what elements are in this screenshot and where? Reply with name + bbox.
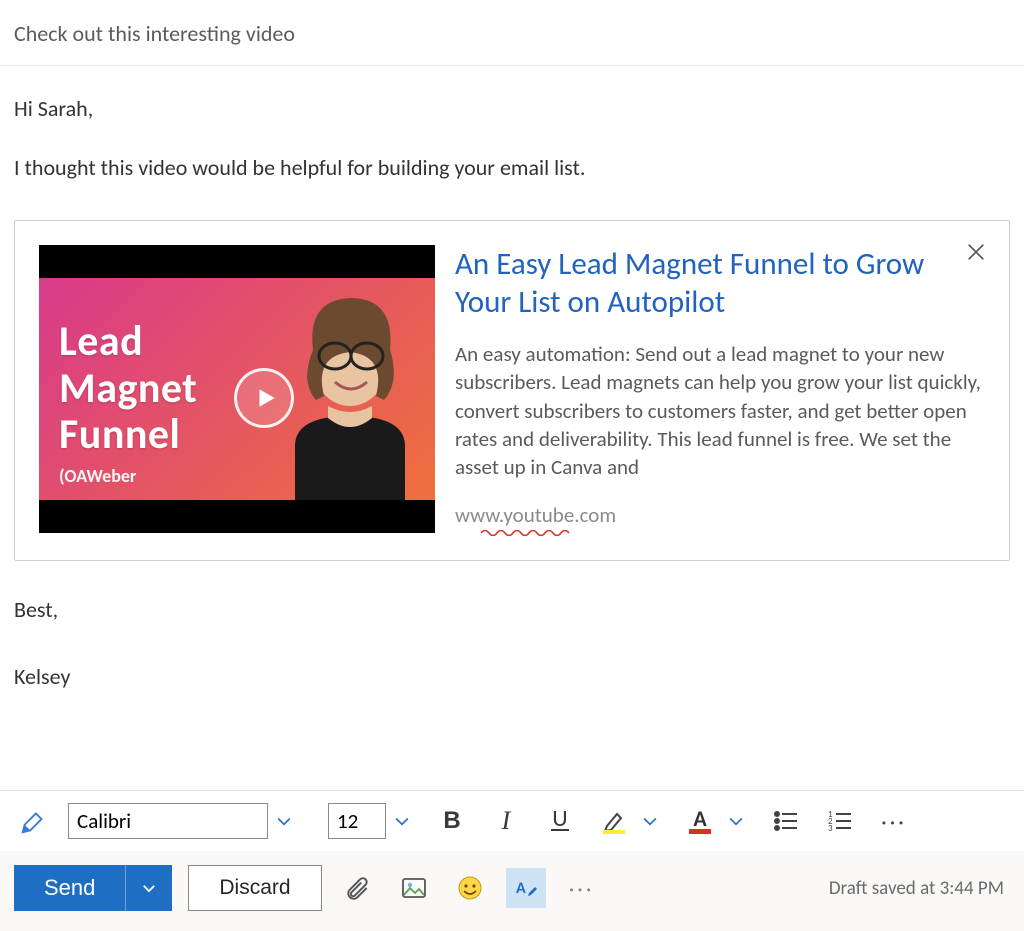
format-toolbar: B I U A 123 ··· xyxy=(0,790,1024,851)
numbered-list-button[interactable]: 123 xyxy=(820,801,860,841)
spellcheck-squiggle xyxy=(481,530,571,536)
attach-file-button[interactable] xyxy=(338,868,378,908)
bulleted-list-button[interactable] xyxy=(766,801,806,841)
font-color-button[interactable]: A xyxy=(680,801,720,841)
font-name-input[interactable] xyxy=(68,803,268,839)
insert-picture-button[interactable] xyxy=(394,868,434,908)
email-body[interactable]: Hi Sarah, I thought this video would be … xyxy=(0,66,1024,790)
underline-button[interactable]: U xyxy=(540,801,580,841)
video-thumbnail[interactable]: Lead Magnet Funnel (OAWeber xyxy=(39,245,435,533)
font-color-dropdown[interactable] xyxy=(720,811,752,831)
card-description: An easy automation: Send out a lead magn… xyxy=(455,340,985,482)
more-actions-button[interactable]: ··· xyxy=(562,868,602,908)
card-source-url[interactable]: www.youtube.com xyxy=(455,502,616,528)
body-line-1: I thought this video would be helpful fo… xyxy=(14,153,1010,184)
svg-text:3: 3 xyxy=(828,823,833,834)
svg-text:A: A xyxy=(516,879,526,898)
close-card-button[interactable] xyxy=(965,241,987,272)
card-title[interactable]: An Easy Lead Magnet Funnel to Grow Your … xyxy=(455,245,945,323)
discard-button[interactable]: Discard xyxy=(188,865,321,911)
font-name-dropdown[interactable] xyxy=(268,811,300,831)
bold-button[interactable]: B xyxy=(432,801,472,841)
send-button[interactable]: Send xyxy=(14,865,125,911)
format-painter-button[interactable] xyxy=(14,801,54,841)
send-options-dropdown[interactable] xyxy=(125,865,172,911)
insert-emoji-button[interactable] xyxy=(450,868,490,908)
highlight-dropdown[interactable] xyxy=(634,811,666,831)
closing-text: Best, xyxy=(14,595,1010,626)
more-format-options-button[interactable]: ··· xyxy=(874,801,914,841)
thumbnail-title: Lead Magnet Funnel xyxy=(39,319,197,458)
draft-saved-status: Draft saved at 3:44 PM xyxy=(829,877,1010,900)
highlight-button[interactable] xyxy=(594,801,634,841)
toggle-formatting-button[interactable]: A xyxy=(506,868,546,908)
action-bar: Send Discard A ··· Draft saved at 3:44 P… xyxy=(0,851,1024,931)
link-preview-card[interactable]: Lead Magnet Funnel (OAWeber xyxy=(14,220,1010,562)
font-size-dropdown[interactable] xyxy=(386,811,418,831)
email-subject-field[interactable]: Check out this interesting video xyxy=(0,0,1024,66)
thumbnail-brand: (OAWeber xyxy=(59,464,136,489)
italic-button[interactable]: I xyxy=(486,801,526,841)
font-size-input[interactable] xyxy=(328,803,386,839)
signature-name: Kelsey xyxy=(14,662,1010,693)
thumbnail-person xyxy=(265,278,435,500)
greeting-text: Hi Sarah, xyxy=(14,94,1010,125)
